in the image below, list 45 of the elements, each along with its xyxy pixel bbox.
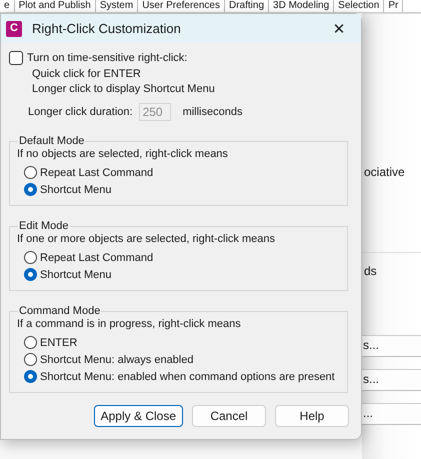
- hint-text: Longer click to display Shortcut Menu: [32, 82, 216, 97]
- duration-label: Longer click duration:: [28, 106, 133, 118]
- radio-button[interactable]: [24, 370, 37, 383]
- group-caption: If one or more objects are selected, right-click means: [17, 232, 276, 247]
- background-tab[interactable]: User Preferences: [138, 0, 225, 12]
- checkbox[interactable]: [9, 51, 23, 65]
- group-title: Edit Mode: [18, 220, 70, 232]
- background-tab[interactable]: System: [96, 0, 138, 12]
- radio-button[interactable]: [24, 166, 37, 179]
- background-button[interactable]: s...: [362, 335, 421, 357]
- background-tab[interactable]: Selection: [334, 0, 384, 12]
- radio-button[interactable]: [24, 251, 37, 264]
- background-button[interactable]: s...: [362, 369, 421, 391]
- radio-label: Repeat Last Command: [40, 166, 154, 178]
- app-icon: C: [6, 20, 22, 36]
- radio-label: Repeat Last Command: [40, 252, 154, 264]
- background-text: ociative: [363, 165, 405, 179]
- radio-label: Shortcut Menu: [40, 268, 112, 280]
- background-button[interactable]: ...: [362, 403, 421, 425]
- group-caption: If no objects are selected, right-click means: [17, 147, 229, 162]
- background-tab[interactable]: 3D Modeling: [269, 0, 334, 12]
- background-tab[interactable]: Pr: [384, 0, 404, 12]
- radio-label: ENTER: [40, 336, 78, 348]
- radio-label: Shortcut Menu: [40, 184, 112, 196]
- radio-label: Shortcut Menu: enabled when command options are present: [40, 370, 335, 382]
- background-tab[interactable]: Plot and Publish: [14, 0, 96, 12]
- radio-button[interactable]: [24, 336, 37, 349]
- unit-label: milliseconds: [182, 106, 242, 118]
- close-button[interactable]: ✕: [317, 14, 361, 43]
- checkbox-label: Turn on time-sensitive right-click:: [27, 52, 188, 64]
- background-tab[interactable]: e: [0, 0, 15, 12]
- background-text: ds: [363, 264, 377, 278]
- radio-button[interactable]: [24, 183, 37, 196]
- window-title: Right-Click Customization: [32, 21, 182, 36]
- radio-button[interactable]: [24, 353, 37, 366]
- radio-button[interactable]: [24, 268, 37, 281]
- radio-label: Shortcut Menu: always enabled: [40, 354, 194, 366]
- group-caption: If a command is in progress, right-click means: [17, 317, 242, 332]
- dialog-button[interactable]: Cancel: [192, 405, 266, 427]
- dialog-button[interactable]: Apply & Close: [94, 405, 183, 427]
- group-title: Default Mode: [18, 135, 86, 147]
- dialog-button[interactable]: Help: [275, 405, 349, 427]
- background-tab[interactable]: Drafting: [225, 0, 270, 12]
- group-title: Command Mode: [18, 305, 102, 317]
- hint-text: Quick click for ENTER: [32, 67, 142, 82]
